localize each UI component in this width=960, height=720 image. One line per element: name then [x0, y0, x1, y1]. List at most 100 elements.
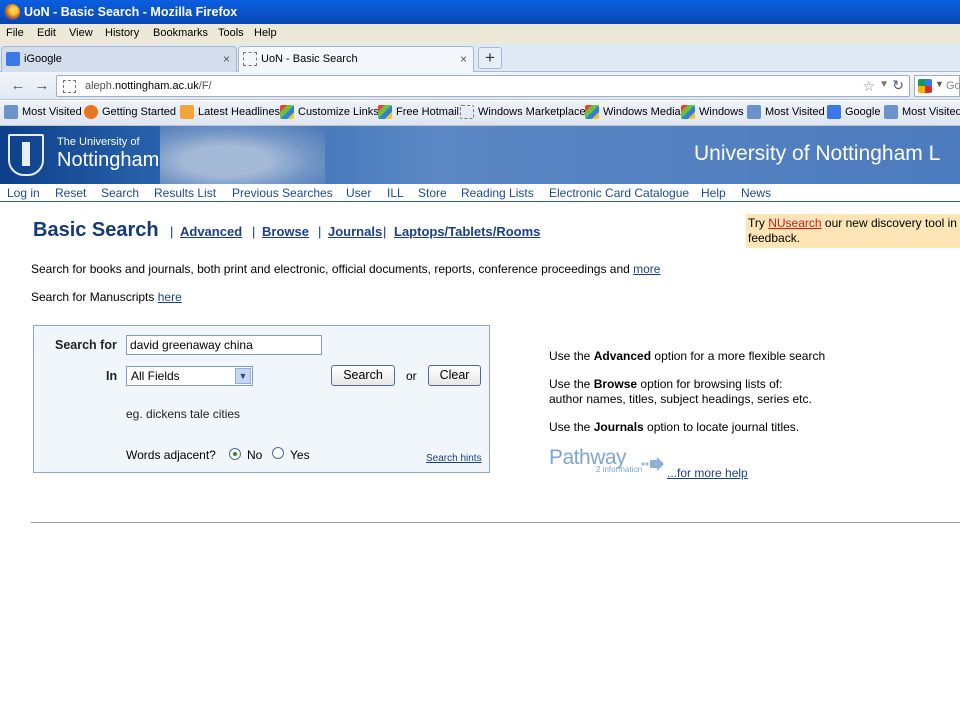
browse-link[interactable]: Browse	[262, 224, 309, 239]
google-icon	[918, 79, 932, 93]
intro-text: Search for books and journals, both prin…	[31, 262, 661, 276]
more-link[interactable]: more	[633, 262, 660, 276]
close-icon[interactable]: ×	[223, 52, 230, 66]
blank-page-icon	[460, 105, 474, 119]
field-select-value: All Fields	[131, 369, 180, 383]
nav-help[interactable]: Help	[701, 186, 726, 200]
bookmark-star-icon[interactable]: ☆	[862, 78, 875, 95]
adjacent-yes-radio[interactable]	[272, 447, 284, 459]
chevron-down-icon[interactable]: ▼	[935, 79, 944, 89]
browser-search-placeholder: Go	[946, 80, 960, 92]
menu-bar: File Edit View History Bookmarks Tools H…	[0, 24, 960, 44]
nav-news[interactable]: News	[741, 186, 771, 200]
site-title: University of Nottingham L	[694, 142, 941, 165]
university-crest-icon[interactable]	[8, 134, 44, 176]
menu-help[interactable]: Help	[254, 27, 277, 39]
pathway-logo[interactable]: Pathway 2 information	[549, 446, 667, 478]
more-help-link[interactable]: ...for more help	[667, 466, 748, 480]
browser-search-box[interactable]: ▼ Go	[914, 75, 960, 97]
search-input[interactable]	[126, 335, 322, 355]
nav-user[interactable]: User	[346, 186, 371, 200]
menu-view[interactable]: View	[69, 27, 93, 39]
bookmark-google[interactable]: Google	[827, 105, 880, 119]
help-browse: Use the Browse option for browsing lists…	[549, 377, 812, 406]
forward-icon[interactable]: →	[32, 76, 52, 96]
nav-reset[interactable]: Reset	[55, 186, 86, 200]
help-journals: Use the Journals option to locate journa…	[549, 420, 800, 434]
url-bar[interactable]: aleph.nottingham.ac.uk/F/ ☆ ▼ ↻	[56, 75, 910, 97]
in-label: In	[106, 369, 118, 383]
help-advanced: Use the Advanced option for a more flexi…	[549, 349, 826, 363]
search-form: Search for In All Fields ▼ Search or Cle…	[33, 325, 490, 473]
bookmark-windows-media[interactable]: Windows Media	[585, 105, 681, 119]
words-adjacent-label: Words adjacent?	[126, 448, 216, 462]
bookmark-customize-links[interactable]: Customize Links	[280, 105, 379, 119]
manuscripts-text: Search for Manuscripts here	[31, 290, 182, 304]
bookmark-most-visited-2[interactable]: Most Visited	[747, 105, 825, 119]
google-icon	[827, 105, 841, 119]
nav-store[interactable]: Store	[418, 186, 447, 200]
clear-button[interactable]: Clear	[428, 365, 481, 386]
bookmarks-bar: Most Visited Getting Started Latest Head…	[0, 101, 960, 126]
menu-edit[interactable]: Edit	[37, 27, 56, 39]
tab-uon-basic-search[interactable]: UoN - Basic Search ×	[238, 46, 474, 72]
firefox-icon	[4, 4, 20, 20]
close-icon[interactable]: ×	[460, 52, 467, 66]
bookmark-getting-started[interactable]: Getting Started	[84, 105, 176, 119]
page-title: Basic Search	[33, 219, 159, 241]
blank-page-icon	[243, 52, 257, 66]
chevron-down-icon[interactable]: ▼	[879, 79, 889, 90]
search-for-label: Search for	[55, 338, 117, 352]
bookmark-free-hotmail[interactable]: Free Hotmail	[378, 105, 459, 119]
back-icon[interactable]: ←	[8, 76, 28, 96]
journals-link[interactable]: Journals	[328, 224, 382, 239]
example-text: eg. dickens tale cities	[126, 407, 241, 421]
adjacent-no-radio[interactable]	[229, 448, 241, 460]
nav-results-list[interactable]: Results List	[154, 186, 216, 200]
menu-bookmarks[interactable]: Bookmarks	[153, 27, 208, 39]
nusearch-banner: Try NUsearch our new discovery tool in f…	[746, 214, 960, 248]
windows-icon	[681, 105, 695, 119]
nusearch-link[interactable]: NUsearch	[768, 216, 821, 230]
nav-ill[interactable]: ILL	[387, 186, 404, 200]
bookmark-latest-headlines[interactable]: Latest Headlines	[180, 105, 280, 119]
nav-log-in[interactable]: Log in	[7, 186, 40, 200]
url-text: aleph.nottingham.ac.uk/F/	[85, 80, 212, 92]
advanced-link[interactable]: Advanced	[180, 224, 242, 239]
nav-reading-lists[interactable]: Reading Lists	[461, 186, 534, 200]
laptops-tablets-rooms-link[interactable]: Laptops/Tablets/Rooms	[394, 224, 540, 239]
menu-tools[interactable]: Tools	[218, 27, 244, 39]
window-title: UoN - Basic Search - Mozilla Firefox	[24, 5, 238, 19]
arrow-right-icon	[641, 457, 664, 471]
logo-text-big[interactable]: Nottingham	[57, 149, 159, 172]
adjacent-yes-label: Yes	[290, 448, 310, 462]
reload-icon[interactable]: ↻	[892, 77, 904, 94]
bookmark-most-visited[interactable]: Most Visited	[4, 105, 82, 119]
windows-icon	[585, 105, 599, 119]
logo-text-small[interactable]: The University of	[57, 136, 140, 148]
bookmark-most-visited-3[interactable]: Most Visited	[884, 105, 960, 119]
search-button[interactable]: Search	[331, 365, 395, 386]
field-select[interactable]: All Fields ▼	[126, 366, 253, 386]
manuscripts-here-link[interactable]: here	[158, 290, 182, 304]
site-header: The University of Nottingham University …	[0, 126, 960, 184]
nav-search[interactable]: Search	[101, 186, 139, 200]
menu-history[interactable]: History	[105, 27, 139, 39]
search-hints-link[interactable]: Search hints	[426, 453, 482, 464]
or-text: or	[406, 369, 417, 383]
tab-label: UoN - Basic Search	[261, 53, 358, 65]
bookmark-windows[interactable]: Windows	[681, 105, 744, 119]
chevron-down-icon[interactable]: ▼	[235, 368, 251, 384]
new-tab-button[interactable]: +	[478, 47, 502, 69]
header-photo	[160, 126, 325, 184]
menu-file[interactable]: File	[6, 27, 24, 39]
nav-previous-searches[interactable]: Previous Searches	[232, 186, 333, 200]
bookmark-windows-marketplace[interactable]: Windows Marketplace	[460, 105, 586, 119]
tab-label: iGoogle	[24, 53, 62, 65]
windows-icon	[378, 105, 392, 119]
pathway-subtitle: 2 information	[596, 465, 643, 474]
site-nav: Log in Reset Search Results List Previou…	[0, 184, 960, 202]
divider	[31, 522, 960, 523]
tab-igoogle[interactable]: iGoogle ×	[1, 46, 237, 72]
nav-electronic-card-catalogue[interactable]: Electronic Card Catalogue	[549, 186, 689, 200]
